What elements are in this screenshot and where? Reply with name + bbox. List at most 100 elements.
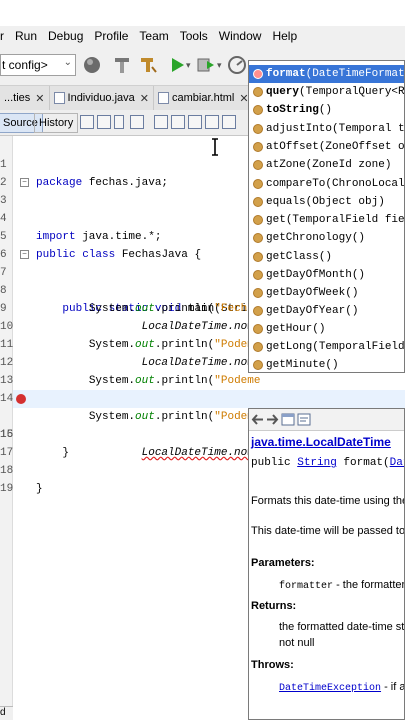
javadoc-parameters-heading: Parameters:: [251, 557, 315, 569]
find-next-icon[interactable]: [188, 115, 202, 129]
menu-bar: r Run Debug Profile Team Tools Window He…: [0, 26, 405, 46]
javadoc-returns-text: the formatted date-time stri: [279, 621, 405, 633]
debug-icon[interactable]: [196, 55, 216, 75]
line-number: 16: [0, 429, 14, 441]
menu-debug[interactable]: Debug: [43, 29, 89, 43]
completion-item[interactable]: getDayOfYear(): [249, 302, 404, 320]
tab-ties[interactable]: ...ties ✕: [0, 86, 50, 110]
type-link[interactable]: String: [297, 457, 337, 469]
clean-build-icon[interactable]: [138, 55, 158, 75]
completion-item[interactable]: atOffset(ZoneOffset of: [249, 138, 404, 156]
line-number: 10: [0, 321, 14, 333]
completion-item[interactable]: adjustInto(Temporal tem: [249, 120, 404, 138]
line-number: 9: [0, 303, 7, 315]
method-icon: [253, 142, 263, 152]
menu-team[interactable]: Team: [134, 29, 174, 43]
code-completion-popup: format(DateTimeFormatt query(TemporalQue…: [248, 60, 405, 373]
text-cursor-icon: [212, 138, 218, 156]
history-button[interactable]: History: [34, 113, 79, 133]
method-icon: [253, 324, 263, 334]
fold-toggle-icon[interactable]: −: [20, 250, 29, 259]
close-icon[interactable]: ✕: [35, 92, 44, 105]
completion-item[interactable]: equals(Object obj): [249, 193, 404, 211]
fold-toggle-icon[interactable]: −: [20, 178, 29, 187]
config-value: t config>: [2, 58, 48, 72]
completion-item[interactable]: query(TemporalQuery<R>: [249, 83, 404, 101]
menu-window[interactable]: Window: [214, 29, 268, 43]
completion-item[interactable]: getLong(TemporalField: [249, 338, 404, 356]
completion-item[interactable]: getClass(): [249, 248, 404, 266]
run-icon[interactable]: [167, 55, 187, 75]
open-source-icon[interactable]: [297, 413, 311, 426]
method-icon: [253, 342, 263, 352]
menu-tools[interactable]: Tools: [175, 29, 214, 43]
find-icon[interactable]: [154, 115, 168, 129]
method-icon: [253, 270, 263, 280]
line-number: 14: [0, 393, 14, 405]
completion-item[interactable]: getHour(): [249, 320, 404, 338]
method-icon: [253, 288, 263, 298]
history-label: History: [39, 117, 74, 129]
line-number: 5: [0, 231, 7, 243]
error-icon[interactable]: [16, 394, 26, 404]
bottom-panel-edge: d: [0, 706, 13, 720]
profile-icon[interactable]: [227, 55, 247, 75]
debug-dropdown-icon[interactable]: ▾: [217, 60, 222, 71]
line-number: 4: [0, 213, 7, 225]
find-selection-icon[interactable]: [205, 115, 219, 129]
menu-run[interactable]: Run: [10, 29, 43, 43]
tab-label: Individuo.java: [67, 92, 135, 104]
menu-help[interactable]: Help: [267, 29, 303, 43]
method-icon: [253, 105, 263, 115]
chevron-down-icon: ⌄: [63, 57, 72, 68]
menu-profile[interactable]: Profile: [89, 29, 134, 43]
completion-item[interactable]: get(TemporalField fiel: [249, 211, 404, 229]
completion-item[interactable]: compareTo(ChronoLocalD: [249, 175, 404, 193]
tab-cambiar[interactable]: cambiar.html ✕: [154, 86, 254, 110]
param-type-link[interactable]: Date: [390, 457, 404, 469]
method-icon: [253, 160, 263, 170]
back-icon[interactable]: [97, 115, 111, 129]
toggle-highlight-icon[interactable]: [222, 115, 236, 129]
find-previous-icon[interactable]: [171, 115, 185, 129]
forward-arrow-icon[interactable]: [265, 413, 279, 426]
line-number: 1: [0, 159, 7, 171]
completion-item[interactable]: getChronology(): [249, 229, 404, 247]
run-dropdown-icon[interactable]: ▾: [186, 60, 191, 71]
line-number: 17: [0, 447, 14, 459]
completion-item[interactable]: getDayOfMonth(): [249, 266, 404, 284]
method-icon: [253, 252, 263, 262]
exception-link[interactable]: DateTimeException: [279, 683, 381, 694]
back-dropdown-icon[interactable]: [114, 115, 124, 129]
globe-icon[interactable]: [82, 55, 102, 75]
method-icon: [253, 124, 263, 134]
method-icon: [253, 197, 263, 207]
back-arrow-icon[interactable]: [251, 413, 265, 426]
javadoc-class-link[interactable]: java.time.LocalDateTime: [251, 435, 391, 449]
forward-icon[interactable]: [130, 115, 144, 129]
completion-item[interactable]: atZone(ZoneId zone): [249, 156, 404, 174]
config-select[interactable]: t config> ⌄: [0, 54, 76, 76]
line-number: 12: [0, 357, 14, 369]
bottom-label: d: [0, 707, 6, 718]
javadoc-param: formatter - the formatter t: [279, 579, 405, 592]
tab-individuo[interactable]: Individuo.java ✕: [49, 86, 155, 110]
completion-item[interactable]: toString(): [249, 101, 404, 119]
javadoc-description: Formats this date-time using the s: [251, 495, 405, 507]
completion-item[interactable]: format(DateTimeFormatt: [249, 65, 404, 83]
open-in-browser-icon[interactable]: [281, 413, 295, 426]
close-icon[interactable]: ✕: [140, 92, 149, 105]
method-icon: [253, 306, 263, 316]
menu-run-partial[interactable]: r: [0, 29, 10, 43]
completion-item[interactable]: getDayOfWeek(): [249, 284, 404, 302]
tab-label: ...ties: [4, 92, 31, 104]
method-icon: [253, 69, 263, 79]
hammer-icon[interactable]: [112, 55, 132, 75]
completion-item[interactable]: getMinute(): [249, 356, 404, 372]
javadoc-throws: DateTimeException - if an: [279, 681, 405, 694]
method-icon: [253, 179, 263, 189]
line-number: 19: [0, 483, 14, 495]
javadoc-returns-heading: Returns:: [251, 600, 297, 612]
last-edit-icon[interactable]: [80, 115, 94, 129]
java-file-icon: [53, 92, 65, 104]
